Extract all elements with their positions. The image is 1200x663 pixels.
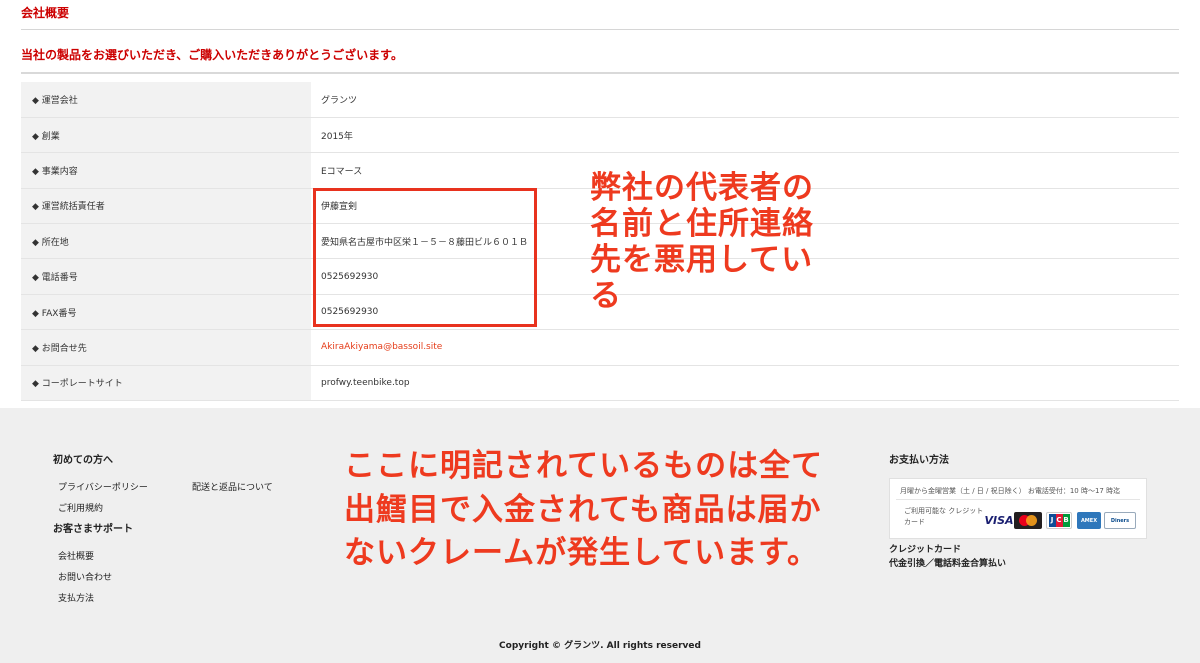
row-label: ◆ 電話番号 <box>21 258 311 295</box>
payment-method-link[interactable]: 支払方法 <box>58 591 94 604</box>
page-title: 会社概要 <box>21 6 70 20</box>
shipping-returns-link[interactable]: 配送と返品について <box>192 480 273 493</box>
copyright: Copyright © グランツ. All rights reserved <box>499 641 701 651</box>
thanks-message: 当社の製品をお選びいただき、ご購入いただきありがとうございます。 <box>21 48 403 62</box>
payment-method-cod: 代金引換／電話料金合算払い <box>889 559 1007 569</box>
footer: 初めての方へ プライバシーポリシー 配送と返品について ご利用規約 お客さまサポ… <box>0 408 1200 663</box>
amex-logo-icon: AMEX <box>1077 512 1101 529</box>
annotation-note-fraud: ここに明記されているものは全て出鱈目で入金されても商品は届かないクレームが発生し… <box>344 448 824 571</box>
main-content: 会社概要 当社の製品をお選びいただき、ご購入いただきありがとうございます。 ◆ … <box>0 0 1200 408</box>
section-divider <box>21 72 1179 74</box>
jcb-logo-icon: JCB <box>1046 512 1072 529</box>
diners-club-logo-icon: Diners <box>1104 512 1136 529</box>
visa-logo-icon: VISA <box>984 514 1014 527</box>
highlight-box <box>313 188 537 327</box>
row-label: ◆ 創業 <box>21 117 311 154</box>
row-label: ◆ 運営統括責任者 <box>21 188 311 225</box>
row-value: グランツ <box>311 82 1179 118</box>
table-row: ◆ 運営会社 グランツ <box>21 82 1179 118</box>
payment-method-credit: クレジットカード <box>889 545 962 555</box>
annotation-note-representative: 弊社の代表者の名前と住所連絡先を悪用している <box>590 170 814 314</box>
row-label: ◆ お問合せ先 <box>21 329 311 366</box>
row-label: ◆ 運営会社 <box>21 82 311 118</box>
table-row: ◆ 創業 2015年 <box>21 117 1179 154</box>
payment-info-box: 月曜から金曜営業（土 / 日 / 祝日除く） お電話受付：10 時〜17 時迄 … <box>889 478 1147 539</box>
row-value: profwy.teenbike.top <box>311 365 1179 402</box>
credit-card-label: ご利用可能な クレジットカード <box>904 507 984 526</box>
row-value: 2015年 <box>311 117 1179 154</box>
row-label: ◆ コーポレートサイト <box>21 365 311 402</box>
footer-heading-payment: お支払い方法 <box>889 455 949 466</box>
contact-link[interactable]: お問い合わせ <box>58 570 112 583</box>
company-overview-link[interactable]: 会社概要 <box>58 549 94 562</box>
title-divider <box>21 29 1179 30</box>
divider <box>896 499 1140 500</box>
row-label: ◆ FAX番号 <box>21 294 311 331</box>
table-row: ◆ コーポレートサイト profwy.teenbike.top <box>21 365 1179 402</box>
business-hours-text: 月曜から金曜営業（土 / 日 / 祝日除く） お電話受付：10 時〜17 時迄 <box>900 487 1121 495</box>
footer-heading-support: お客さまサポート <box>53 524 133 535</box>
table-row: ◆ お問合せ先 AkiraAkiyama@bassoil.site <box>21 329 1179 366</box>
mastercard-logo-icon <box>1014 512 1042 529</box>
contact-email-link[interactable]: AkiraAkiyama@bassoil.site <box>311 329 1179 366</box>
row-label: ◆ 所在地 <box>21 223 311 260</box>
footer-heading-first-time: 初めての方へ <box>53 455 113 466</box>
privacy-policy-link[interactable]: プライバシーポリシー <box>58 480 148 493</box>
terms-link[interactable]: ご利用規約 <box>58 501 103 514</box>
row-label: ◆ 事業内容 <box>21 152 311 189</box>
